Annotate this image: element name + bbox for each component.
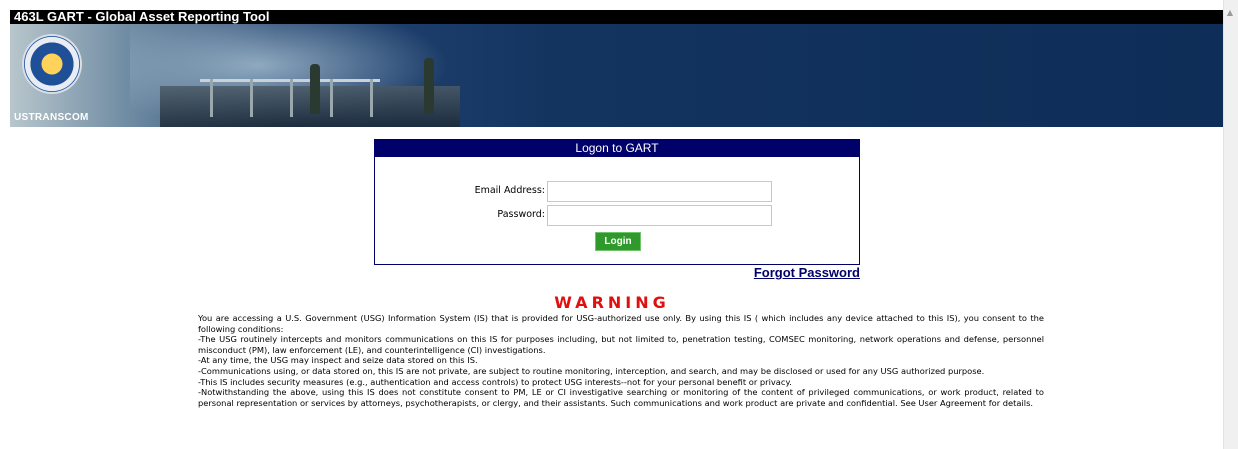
warning-title: WARNING xyxy=(554,293,670,312)
scroll-up-arrow-icon[interactable]: ▲ xyxy=(1225,8,1235,18)
banner-post xyxy=(330,79,333,117)
org-label: USTRANSCOM xyxy=(14,112,89,123)
page-title: 463L GART - Global Asset Reporting Tool xyxy=(10,10,1223,24)
ustranscom-seal-icon xyxy=(24,36,80,92)
warning-paragraph: -Notwithstanding the above, using this I… xyxy=(198,387,1044,408)
vertical-scrollbar[interactable] xyxy=(1223,0,1238,449)
password-label: Password: xyxy=(497,209,545,220)
login-button[interactable]: Login xyxy=(595,232,641,251)
warning-text: You are accessing a U.S. Government (USG… xyxy=(198,313,1044,408)
banner-post xyxy=(370,79,373,117)
page-root: 463L GART - Global Asset Reporting Tool … xyxy=(10,10,1223,449)
login-panel: Logon to GART Email Address: Password: L… xyxy=(374,139,860,265)
email-label: Email Address: xyxy=(474,185,545,196)
warning-paragraph: You are accessing a U.S. Government (USG… xyxy=(198,313,1044,334)
password-field[interactable] xyxy=(547,205,772,226)
email-field[interactable] xyxy=(547,181,772,202)
warning-paragraph: -This IS includes security measures (e.g… xyxy=(198,376,792,387)
banner-person xyxy=(424,58,434,114)
banner-post xyxy=(210,79,213,117)
banner-post xyxy=(250,79,253,117)
warning-paragraph: -The USG routinely intercepts and monito… xyxy=(198,334,1044,355)
warning-paragraph: -At any time, the USG may inspect and se… xyxy=(198,355,478,366)
banner-post xyxy=(290,79,293,117)
banner-person xyxy=(310,64,320,114)
forgot-password-link[interactable]: Forgot Password xyxy=(610,265,860,280)
header-banner: USTRANSCOM xyxy=(10,24,1223,127)
login-header: Logon to GART xyxy=(375,140,859,157)
warning-paragraph: -Communications using, or data stored on… xyxy=(198,365,985,376)
